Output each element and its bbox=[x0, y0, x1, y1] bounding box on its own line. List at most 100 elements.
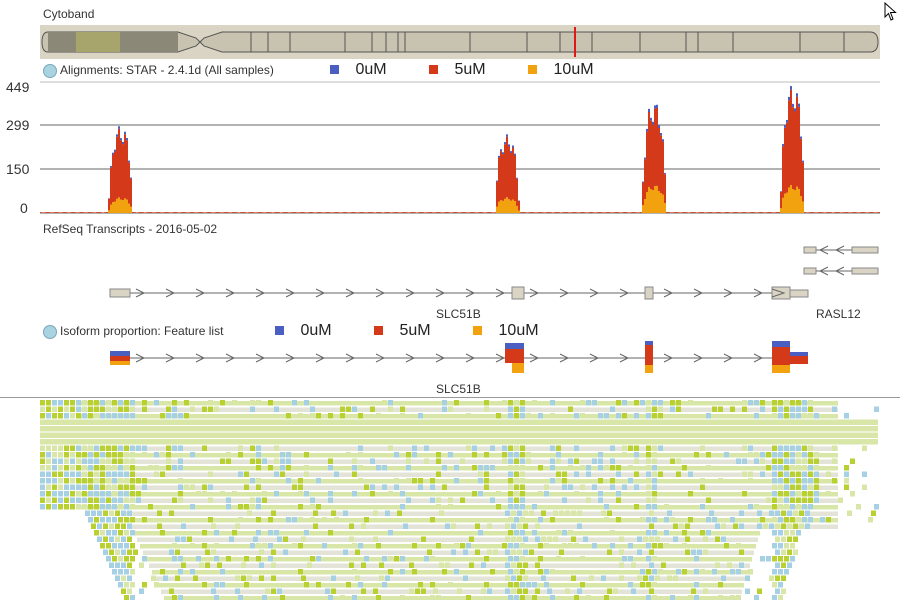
read-block bbox=[748, 445, 753, 451]
read-block bbox=[790, 497, 795, 503]
read-block bbox=[472, 445, 477, 451]
gene-label-slc51b[interactable]: SLC51B bbox=[436, 307, 481, 321]
legend-swatch-5uM bbox=[429, 65, 439, 75]
read-block bbox=[382, 400, 387, 406]
read-block bbox=[184, 484, 189, 490]
read-block bbox=[106, 445, 111, 451]
read-block bbox=[481, 562, 486, 568]
read-block bbox=[424, 445, 429, 451]
read-block bbox=[508, 582, 513, 588]
coverage-bar-5uM bbox=[188, 212, 190, 213]
coverage-bar-0uM bbox=[642, 181, 644, 183]
track-settings-icon[interactable] bbox=[43, 324, 57, 339]
read-block bbox=[598, 491, 603, 497]
read-block bbox=[523, 575, 528, 581]
read-block bbox=[202, 582, 207, 588]
read-block bbox=[262, 497, 267, 503]
isoform-track[interactable] bbox=[110, 341, 808, 373]
read-block bbox=[517, 588, 522, 594]
coverage-bar-5uM bbox=[788, 100, 790, 188]
read-block bbox=[118, 445, 123, 451]
alignments-title-row[interactable]: Alignments: STAR - 2.4.1d (All samples) bbox=[43, 63, 274, 78]
read-block bbox=[784, 517, 789, 523]
read-block bbox=[313, 523, 318, 529]
read-block bbox=[94, 530, 99, 536]
read-block bbox=[310, 413, 315, 419]
read-block bbox=[454, 400, 459, 406]
coverage-bar-5uM bbox=[640, 212, 642, 213]
read-block bbox=[466, 543, 471, 549]
isoform-gene-label[interactable]: SLC51B bbox=[436, 382, 481, 396]
coverage-bar-5uM bbox=[800, 138, 802, 197]
read-block bbox=[340, 406, 345, 412]
read-block bbox=[652, 543, 657, 549]
coverage-bar-5uM bbox=[138, 212, 140, 213]
read-block bbox=[304, 582, 309, 588]
coverage-bar-5uM bbox=[590, 212, 592, 213]
read-block bbox=[772, 497, 777, 503]
read-block bbox=[106, 530, 111, 536]
read-block bbox=[574, 445, 579, 451]
read-block bbox=[580, 400, 585, 406]
coverage-bar-10uM bbox=[126, 199, 128, 213]
read-block bbox=[634, 413, 639, 419]
coverage-bar-5uM bbox=[74, 212, 76, 213]
read-block bbox=[541, 536, 546, 542]
read-block bbox=[538, 543, 543, 549]
coverage-bar-5uM bbox=[402, 212, 404, 213]
read-block bbox=[514, 465, 519, 471]
track-settings-icon[interactable] bbox=[43, 63, 57, 78]
coverage-plot[interactable] bbox=[40, 86, 880, 213]
read-block bbox=[700, 478, 705, 484]
refseq-transcripts[interactable] bbox=[109, 245, 879, 300]
read-block bbox=[703, 536, 708, 542]
coverage-bar-0uM bbox=[504, 142, 506, 145]
read-block bbox=[532, 595, 537, 600]
read-block bbox=[271, 510, 276, 516]
isoform-title-row[interactable]: Isoform proportion: Feature list bbox=[43, 324, 223, 339]
read-block bbox=[760, 400, 765, 406]
read-block bbox=[178, 484, 183, 490]
read-block bbox=[46, 497, 51, 503]
chromosome-ideogram[interactable] bbox=[41, 27, 879, 57]
read-block bbox=[112, 452, 117, 458]
reads-pileup[interactable] bbox=[40, 400, 879, 600]
read-block bbox=[82, 400, 87, 406]
coverage-bar-5uM bbox=[46, 212, 48, 213]
read-block bbox=[217, 562, 222, 568]
read-block bbox=[64, 504, 69, 510]
read-block bbox=[427, 549, 432, 555]
coverage-bar-10uM bbox=[112, 202, 114, 213]
coverage-bar-5uM bbox=[810, 212, 812, 213]
coverage-bar-5uM bbox=[126, 140, 128, 200]
read-block bbox=[544, 543, 549, 549]
coverage-bar-5uM bbox=[548, 212, 550, 213]
read-block bbox=[52, 400, 57, 406]
read-block bbox=[502, 400, 507, 406]
read-block bbox=[310, 556, 315, 562]
read-span bbox=[80, 459, 838, 464]
read-block bbox=[565, 588, 570, 594]
read-block bbox=[70, 484, 75, 490]
read-block bbox=[637, 536, 642, 542]
read-block bbox=[862, 445, 867, 451]
coverage-bar-10uM bbox=[506, 197, 508, 213]
gene-label-rasl12[interactable]: RASL12 bbox=[816, 307, 861, 321]
coverage-bar-5uM bbox=[776, 212, 778, 213]
read-block bbox=[784, 400, 789, 406]
read-block bbox=[448, 406, 453, 412]
read-block bbox=[118, 400, 123, 406]
read-block bbox=[802, 465, 807, 471]
coverage-bar-5uM bbox=[606, 212, 608, 213]
coverage-bar-0uM bbox=[798, 103, 800, 107]
read-block bbox=[58, 484, 63, 490]
coverage-bar-0uM bbox=[794, 108, 796, 112]
read-block bbox=[622, 413, 627, 419]
read-block bbox=[94, 452, 99, 458]
read-block bbox=[628, 445, 633, 451]
coverage-bar-5uM bbox=[338, 212, 340, 213]
read-block bbox=[124, 556, 129, 562]
coverage-bar-5uM bbox=[364, 212, 366, 213]
coverage-bar-5uM bbox=[434, 212, 436, 213]
coverage-bar-10uM bbox=[500, 200, 502, 213]
